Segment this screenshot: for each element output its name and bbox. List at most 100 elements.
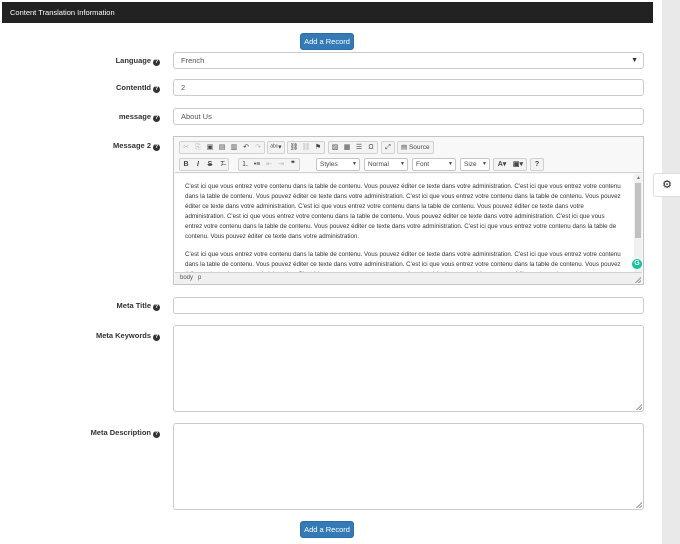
bullet-list-icon[interactable]: •≡ — [251, 159, 263, 170]
bg-color-icon[interactable]: ▣▾ — [510, 159, 526, 170]
spellcheck-icon[interactable]: ᵃᵇᶜ▾ — [268, 142, 284, 153]
meta-title-label: Meta Title? — [10, 301, 160, 311]
resize-handle-icon[interactable] — [635, 277, 641, 283]
add-record-button-bottom[interactable]: Add a Record — [300, 521, 354, 538]
table-icon[interactable]: ▦ — [341, 142, 353, 153]
scroll-up-icon[interactable]: ▲ — [636, 175, 641, 181]
editor-paragraph: C'est ici que vous entrez votre contenu … — [185, 183, 621, 240]
editor-content-area[interactable]: C'est ici que vous entrez votre contenu … — [175, 174, 642, 272]
strike-icon[interactable]: S — [204, 159, 216, 170]
language-select-value: French — [181, 56, 205, 65]
bold-icon[interactable]: B — [180, 159, 192, 170]
add-record-button-top[interactable]: Add a Record — [300, 33, 354, 50]
clipboard-group: ✂ ⎘ ▣ ▤ ▥ ↶ ↷ — [179, 141, 265, 154]
source-button[interactable]: ▤ Source — [397, 141, 434, 154]
size-combo[interactable]: Size ▼ — [460, 158, 490, 171]
format-combo[interactable]: Normal ▼ — [364, 158, 408, 171]
help-icon[interactable]: ? — [153, 115, 160, 122]
editor-path-bar: body p — [175, 272, 642, 284]
font-combo-label: Font — [416, 161, 430, 168]
editor-scroll-thumb[interactable] — [635, 183, 641, 238]
indent-icon[interactable]: ⇥ — [275, 159, 287, 170]
resize-handle-icon[interactable] — [636, 502, 642, 508]
anchor-icon[interactable]: ⚑ — [312, 142, 324, 153]
gear-icon[interactable]: ⚙ — [653, 173, 680, 197]
image-icon[interactable]: ▨ — [329, 142, 341, 153]
help-icon[interactable]: ? — [153, 304, 160, 311]
list-group: ⒈ •≡ ⇤ ⇥ ❞ — [238, 158, 300, 171]
meta-keywords-label: Meta Keywords? — [10, 331, 160, 341]
styles-combo-label: Styles — [320, 161, 338, 168]
maximize-group: ⤢ — [381, 141, 395, 154]
numbered-list-icon[interactable]: ⒈ — [239, 159, 251, 170]
font-combo[interactable]: Font ▼ — [412, 158, 456, 171]
copy-icon[interactable]: ⎘ — [192, 142, 204, 153]
message-label-text: message — [118, 112, 151, 121]
meta-keywords-textarea[interactable] — [173, 325, 644, 412]
message-input-value: About Us — [181, 112, 212, 121]
path-p[interactable]: p — [198, 275, 201, 281]
maximize-icon[interactable]: ⤢ — [382, 142, 394, 153]
cut-icon[interactable]: ✂ — [180, 142, 192, 153]
contentid-input-value: 2 — [181, 83, 186, 92]
contentid-label: ContentId? — [10, 83, 160, 93]
source-icon: ▤ — [401, 144, 408, 151]
basic-styles-group: B I S T̶ — [179, 158, 229, 171]
help-icon[interactable]: ? — [153, 59, 160, 66]
source-button-label: Source — [408, 144, 430, 151]
language-label: Language? — [10, 56, 160, 66]
caret-down-icon: ▼ — [631, 57, 638, 64]
meta-title-label-text: Meta Title — [116, 301, 151, 310]
editor-toolbar: ✂ ⎘ ▣ ▤ ▥ ↶ ↷ ᵃᵇᶜ▾ ⛓ ⛓ ⚑ ▨ ▦ ☰ Ω ⤢ ▤ Sou… — [175, 138, 642, 173]
help-icon[interactable]: ? — [153, 86, 160, 93]
language-label-text: Language — [115, 56, 151, 65]
help-icon[interactable]: ? — [153, 431, 160, 438]
panel-header-title: Content Translation Information — [2, 2, 653, 23]
meta-description-label: Meta Description? — [10, 428, 160, 438]
help-icon[interactable]: ? — [153, 144, 160, 151]
meta-keywords-label-text: Meta Keywords — [95, 331, 151, 340]
horizontal-rule-icon[interactable]: ☰ — [353, 142, 365, 153]
editor-scrollbar[interactable]: ▲ — [634, 174, 642, 272]
message-input[interactable]: About Us — [173, 108, 644, 125]
message2-label: Message 2? — [10, 141, 160, 151]
help-group: ? — [530, 158, 544, 171]
language-select[interactable]: French ▼ — [173, 52, 644, 69]
spellcheck-group: ᵃᵇᶜ▾ — [267, 141, 285, 154]
paste-text-icon[interactable]: ▤ — [216, 142, 228, 153]
color-group: A▾ ▣▾ — [493, 158, 527, 171]
content-translation-panel: Content Translation Information Add a Re… — [0, 0, 654, 544]
styles-combo[interactable]: Styles ▼ — [316, 158, 360, 171]
caret-down-icon: ▼ — [482, 161, 487, 167]
rich-text-editor[interactable]: ✂ ⎘ ▣ ▤ ▥ ↶ ↷ ᵃᵇᶜ▾ ⛓ ⛓ ⚑ ▨ ▦ ☰ Ω ⤢ ▤ Sou… — [173, 136, 644, 285]
meta-title-input[interactable] — [173, 297, 644, 314]
help-icon[interactable]: ? — [153, 334, 160, 341]
remove-format-icon[interactable]: T̶ — [216, 159, 228, 170]
page-scrollbar-track[interactable] — [662, 0, 680, 544]
outdent-icon[interactable]: ⇤ — [263, 159, 275, 170]
text-color-icon[interactable]: A▾ — [494, 159, 510, 170]
resize-handle-icon[interactable] — [636, 404, 642, 410]
meta-description-label-text: Meta Description — [90, 428, 151, 437]
help-icon[interactable]: ? — [531, 159, 543, 170]
editor-paragraph: C'est ici que vous entrez votre contenu … — [185, 251, 621, 272]
undo-icon[interactable]: ↶ — [240, 142, 252, 153]
link-icon[interactable]: ⛓ — [288, 142, 300, 153]
blockquote-icon[interactable]: ❞ — [287, 159, 299, 170]
paste-icon[interactable]: ▣ — [204, 142, 216, 153]
unlink-icon[interactable]: ⛓ — [300, 142, 312, 153]
italic-icon[interactable]: I — [192, 159, 204, 170]
link-group: ⛓ ⛓ ⚑ — [287, 141, 325, 154]
format-combo-label: Normal — [368, 161, 389, 168]
caret-down-icon: ▼ — [400, 161, 405, 167]
meta-description-textarea[interactable] — [173, 423, 644, 510]
special-char-icon[interactable]: Ω — [365, 142, 377, 153]
path-body[interactable]: body — [180, 275, 193, 281]
redo-icon[interactable]: ↷ — [252, 142, 264, 153]
grammarly-icon[interactable]: G — [632, 259, 642, 269]
paste-word-icon[interactable]: ▥ — [228, 142, 240, 153]
message-label: message? — [10, 112, 160, 122]
size-combo-label: Size — [464, 161, 477, 168]
contentid-input[interactable]: 2 — [173, 79, 644, 96]
caret-down-icon: ▼ — [448, 161, 453, 167]
